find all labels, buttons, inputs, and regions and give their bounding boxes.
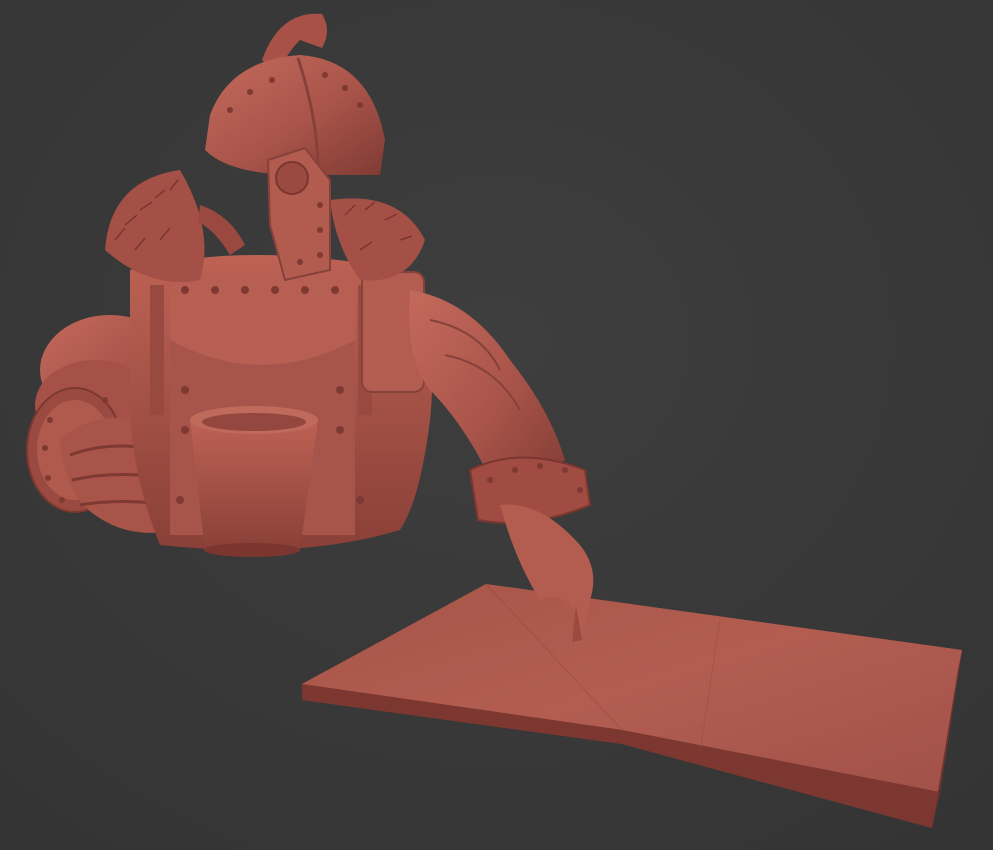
mug [190,406,318,557]
sculpt-viewport[interactable] [0,0,993,850]
clay-sculpture-render [0,0,993,850]
